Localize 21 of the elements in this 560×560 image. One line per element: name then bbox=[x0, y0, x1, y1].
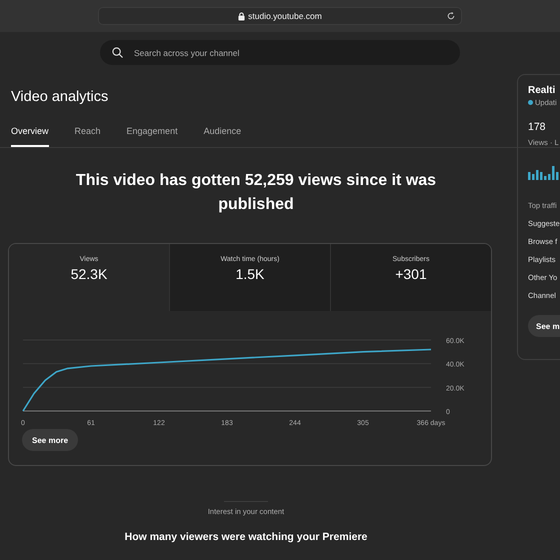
bar-sparkline bbox=[528, 164, 560, 180]
tab[interactable]: Reach bbox=[74, 126, 101, 147]
metric-value: +301 bbox=[395, 266, 427, 282]
headline: This video has gotten 52,259 views since it was published bbox=[74, 171, 438, 215]
metric-value: 52.3K bbox=[70, 266, 108, 282]
search-field[interactable]: Search across your channel bbox=[100, 40, 460, 65]
tab[interactable]: Overview bbox=[11, 126, 49, 147]
see-more-button[interactable]: See more bbox=[22, 429, 78, 451]
see-more-button[interactable]: See m bbox=[528, 315, 560, 337]
metric-value: 1.5K bbox=[236, 266, 264, 282]
card-title: Realti bbox=[528, 85, 556, 96]
page-title: Video analytics bbox=[11, 89, 110, 107]
tab[interactable]: Audience bbox=[204, 126, 242, 147]
url-text: studio.youtube.com bbox=[248, 11, 322, 21]
view-count: 178 bbox=[528, 121, 546, 133]
tab[interactable]: Engagement bbox=[126, 126, 178, 147]
search-icon bbox=[112, 47, 123, 58]
section-title: How many viewers were watching your Premiere bbox=[124, 531, 368, 543]
lock-icon bbox=[238, 12, 246, 20]
address-bar[interactable]: studio.youtube.com bbox=[98, 7, 462, 25]
reload-icon[interactable] bbox=[447, 12, 455, 20]
